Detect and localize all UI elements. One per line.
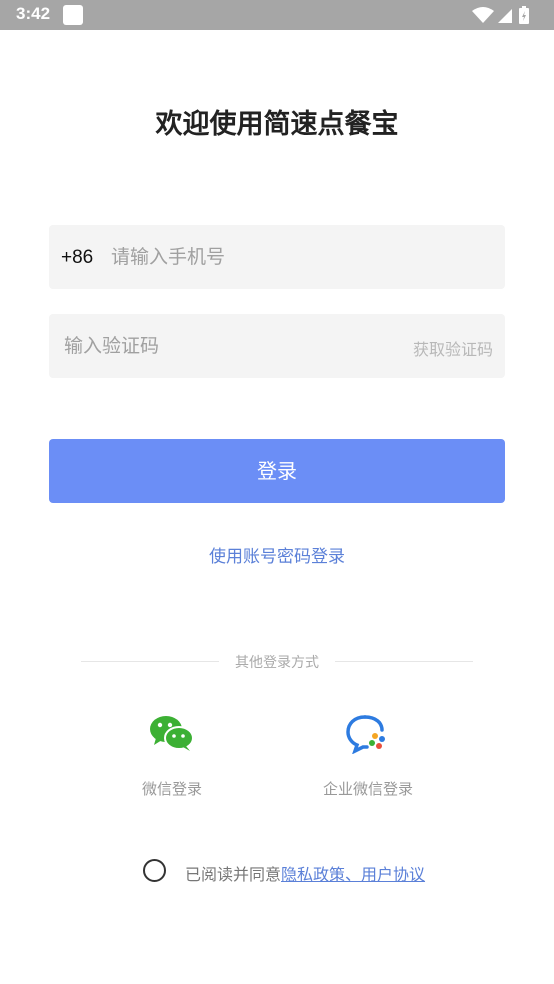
status-time: 3:42 — [16, 4, 51, 23]
status-bar: 3:42 — [0, 0, 554, 30]
wework-login-label[interactable]: 企业微信登录 — [308, 778, 428, 799]
agreement-text: 已阅读并同意隐私政策、用户协议 — [185, 861, 425, 885]
agreement-prefix: 已阅读并同意 — [185, 865, 282, 884]
wechat-icon[interactable] — [149, 714, 195, 756]
password-login-link[interactable]: 使用账号密码登录 — [0, 542, 554, 567]
page-title: 欢迎使用简速点餐宝 — [155, 109, 399, 140]
agreement-radio[interactable] — [143, 859, 166, 882]
wechat-login-label[interactable]: 微信登录 — [120, 778, 224, 799]
notification-square-icon — [63, 5, 83, 25]
signal-icon — [498, 9, 512, 23]
wework-icon[interactable] — [345, 714, 391, 758]
wifi-icon — [472, 7, 494, 23]
verification-code-input[interactable] — [64, 326, 364, 366]
agreement-link[interactable]: 隐私政策、用户协议 — [281, 865, 425, 884]
status-icons — [472, 6, 540, 24]
phone-input[interactable] — [111, 237, 491, 277]
get-code-button[interactable]: 获取验证码 — [413, 336, 493, 360]
divider-line-right — [335, 661, 473, 662]
verification-code-field[interactable]: 获取验证码 — [49, 314, 505, 378]
login-button[interactable]: 登录 — [49, 439, 505, 503]
phone-field[interactable]: +86 — [49, 225, 505, 289]
other-login-title: 其他登录方式 — [235, 655, 319, 671]
battery-icon — [519, 6, 529, 24]
country-code[interactable]: +86 — [61, 247, 93, 269]
